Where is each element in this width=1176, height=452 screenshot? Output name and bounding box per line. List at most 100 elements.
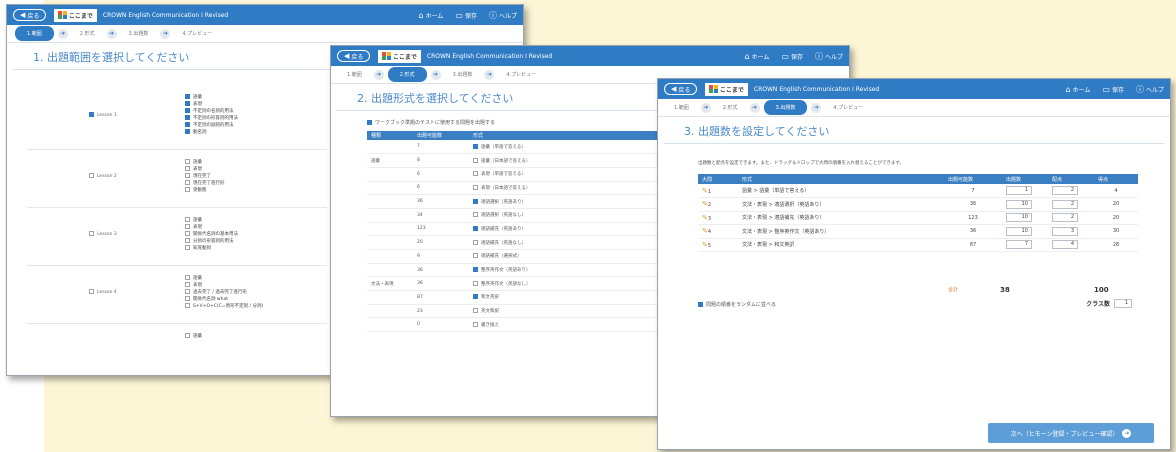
help-button[interactable]: ⓘ ヘルプ bbox=[1136, 84, 1164, 95]
item-checkbox[interactable] bbox=[185, 217, 190, 223]
format-cell[interactable]: 適語補充（英語あり） bbox=[469, 222, 667, 237]
back-button[interactable]: ◀ 戻る bbox=[13, 9, 47, 21]
item-checkbox[interactable] bbox=[185, 115, 190, 120]
format-cell[interactable]: 適語補充（選択式） bbox=[469, 249, 667, 264]
count-input[interactable]: 10 bbox=[1006, 199, 1032, 209]
item-checkbox[interactable] bbox=[185, 180, 190, 186]
item-checkbox[interactable] bbox=[185, 166, 190, 172]
step-preview[interactable]: 4.プレビュー bbox=[825, 102, 871, 113]
save-button[interactable]: ▭ 保存 bbox=[781, 52, 803, 61]
list-item[interactable]: 現在完了進行形 bbox=[185, 180, 225, 187]
step-format[interactable]: 2.形式 bbox=[715, 102, 746, 113]
format-checkbox[interactable] bbox=[473, 239, 478, 245]
item-checkbox[interactable] bbox=[185, 122, 190, 127]
format-cell[interactable]: 表現（日本語で答える） bbox=[469, 181, 667, 196]
item-checkbox[interactable] bbox=[185, 108, 190, 113]
lesson-checkbox[interactable] bbox=[89, 231, 94, 237]
workbook-checkbox[interactable] bbox=[367, 120, 372, 125]
home-button[interactable]: ⌂ ホーム bbox=[419, 11, 444, 20]
item-checkbox[interactable] bbox=[185, 296, 190, 302]
format-checkbox[interactable] bbox=[473, 225, 478, 231]
item-checkbox[interactable] bbox=[185, 282, 190, 288]
format-cell[interactable]: 整序英作文（英語あり） bbox=[469, 263, 667, 278]
list-item[interactable]: 関係代名詞 what bbox=[185, 296, 263, 303]
back-button[interactable]: ◀ 戻る bbox=[337, 50, 371, 62]
list-item[interactable]: 現在完了 bbox=[185, 173, 225, 180]
step-range[interactable]: 1.範囲 bbox=[339, 69, 370, 80]
list-item[interactable]: 不定詞の副詞的用法 bbox=[185, 122, 238, 129]
item-checkbox[interactable] bbox=[185, 173, 190, 179]
points-input[interactable]: 2 bbox=[1052, 199, 1078, 209]
format-checkbox[interactable] bbox=[473, 308, 478, 314]
lesson-name[interactable]: Lesson 3 bbox=[89, 231, 117, 237]
question-number-cell[interactable]: ✎1 bbox=[698, 184, 738, 198]
home-button[interactable]: ⌂ ホーム bbox=[745, 52, 770, 61]
list-item[interactable]: 語彙 bbox=[185, 275, 263, 282]
item-checkbox[interactable] bbox=[185, 333, 190, 339]
format-cell[interactable]: 語彙（単語で答える） bbox=[469, 140, 667, 155]
question-number-cell[interactable]: ✎3 bbox=[698, 211, 738, 225]
lesson-name[interactable]: Lesson 2 bbox=[89, 173, 117, 179]
list-item[interactable]: 動名詞 bbox=[185, 129, 238, 136]
item-checkbox[interactable] bbox=[185, 94, 190, 99]
table-row[interactable]: ✎4 文法・表現 > 整序英作文（英語あり） 36 10 3 30 bbox=[698, 224, 1138, 239]
table-row[interactable]: ✎3 文法・表現 > 適語補充（英語あり） 123 10 2 20 bbox=[698, 211, 1138, 225]
step-format[interactable]: 2.形式 bbox=[387, 67, 427, 82]
item-checkbox[interactable] bbox=[185, 303, 190, 309]
class-count-input[interactable]: 1 bbox=[1114, 299, 1132, 308]
format-cell[interactable]: 整序英作文（英語なし） bbox=[469, 276, 667, 292]
count-input[interactable]: 10 bbox=[1006, 213, 1032, 223]
points-input[interactable]: 2 bbox=[1052, 213, 1078, 223]
list-item[interactable]: 語彙 bbox=[185, 333, 202, 340]
list-item[interactable]: 不定詞の形容詞的用法 bbox=[185, 115, 238, 122]
format-checkbox[interactable] bbox=[473, 212, 478, 218]
lesson-name[interactable]: Lesson 4 bbox=[89, 289, 117, 295]
table-row[interactable]: ✎5 文法・表現 > 和文英訳 87 7 4 28 bbox=[698, 238, 1138, 252]
step-count[interactable]: 3.出題数 bbox=[121, 28, 157, 39]
item-checkbox[interactable] bbox=[185, 238, 190, 244]
format-cell[interactable]: 書き換え bbox=[469, 317, 667, 333]
count-input[interactable]: 10 bbox=[1006, 226, 1032, 236]
list-item[interactable]: 分詞の形容詞的用法 bbox=[185, 238, 238, 245]
format-checkbox[interactable] bbox=[473, 253, 478, 259]
format-cell[interactable]: 英文和訳 bbox=[469, 304, 667, 319]
step-preview[interactable]: 4.プレビュー bbox=[498, 69, 544, 80]
shuffle-checkbox[interactable] bbox=[698, 302, 703, 307]
list-item[interactable]: 語彙 bbox=[185, 217, 238, 224]
list-item[interactable]: 表現 bbox=[185, 224, 238, 231]
shuffle-option[interactable]: 問題の順番をランダムに並べる bbox=[698, 301, 776, 308]
format-checkbox[interactable] bbox=[473, 143, 478, 149]
list-item[interactable]: 語彙 bbox=[185, 94, 238, 101]
item-checkbox[interactable] bbox=[185, 245, 190, 251]
item-checkbox[interactable] bbox=[185, 101, 190, 106]
format-checkbox[interactable] bbox=[473, 184, 478, 190]
list-item[interactable]: 表現 bbox=[185, 166, 225, 173]
points-input[interactable]: 4 bbox=[1052, 240, 1078, 250]
points-input[interactable]: 2 bbox=[1052, 186, 1078, 195]
lesson-checkbox[interactable] bbox=[89, 173, 94, 179]
format-checkbox[interactable] bbox=[473, 267, 478, 273]
list-item[interactable]: 過去完了 / 過去完了進行形 bbox=[185, 289, 263, 296]
question-number-cell[interactable]: ✎5 bbox=[698, 238, 738, 252]
format-cell[interactable]: 語彙（日本語で答える） bbox=[469, 153, 667, 168]
item-checkbox[interactable] bbox=[185, 275, 190, 281]
format-checkbox[interactable] bbox=[473, 157, 478, 163]
step-count[interactable]: 3.出題数 bbox=[445, 69, 481, 80]
list-item[interactable]: 受動態 bbox=[185, 187, 225, 194]
question-number-cell[interactable]: ✎2 bbox=[698, 197, 738, 212]
list-item[interactable]: 表現 bbox=[185, 282, 263, 289]
help-button[interactable]: ⓘ ヘルプ bbox=[815, 51, 843, 62]
step-range[interactable]: 1.範囲 bbox=[666, 102, 697, 113]
list-item[interactable]: 知覚動詞 bbox=[185, 245, 238, 252]
home-button[interactable]: ⌂ ホーム bbox=[1066, 85, 1091, 94]
format-checkbox[interactable] bbox=[473, 294, 478, 300]
count-input[interactable]: 7 bbox=[1006, 240, 1032, 250]
lesson-checkbox[interactable] bbox=[89, 289, 94, 295]
list-item[interactable]: 不定詞の名詞的用法 bbox=[185, 108, 238, 115]
table-row[interactable]: ✎1 語彙 > 語彙（単語で答える） 7 1 2 4 bbox=[698, 184, 1138, 198]
question-number-cell[interactable]: ✎4 bbox=[698, 224, 738, 239]
item-checkbox[interactable] bbox=[185, 159, 190, 165]
points-input[interactable]: 3 bbox=[1052, 226, 1078, 236]
format-checkbox[interactable] bbox=[473, 171, 478, 177]
item-checkbox[interactable] bbox=[185, 231, 190, 237]
